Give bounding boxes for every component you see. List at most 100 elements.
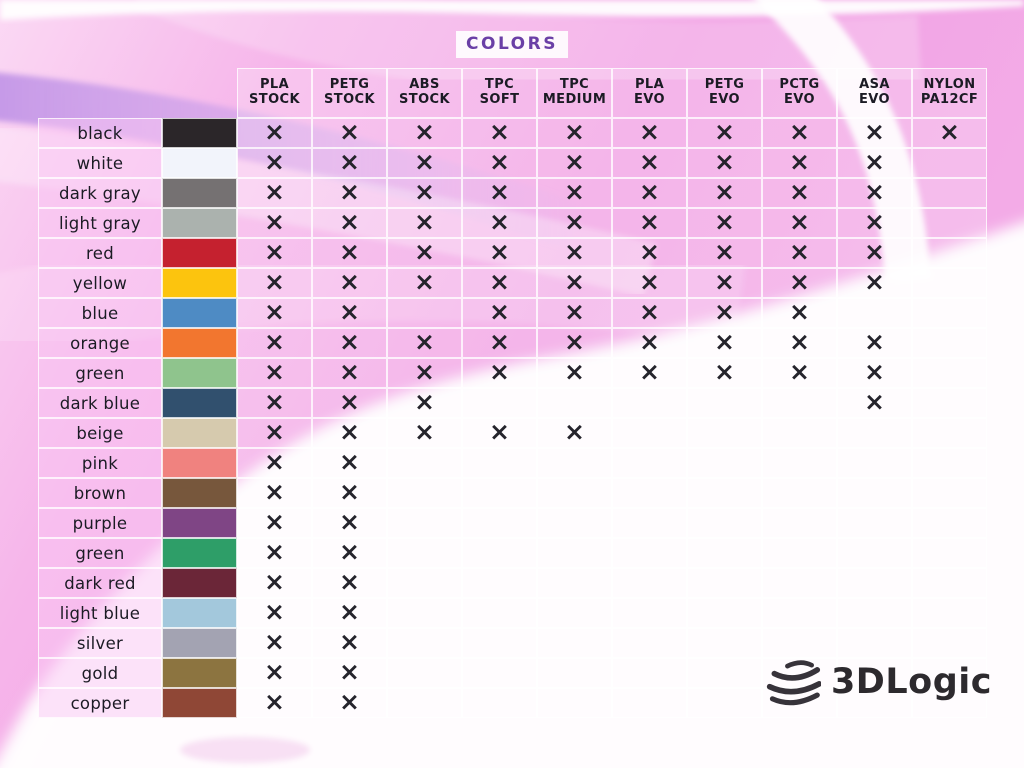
availability-cell: × xyxy=(312,358,387,388)
availability-cell: × xyxy=(612,178,687,208)
row-label-copper: copper xyxy=(38,688,162,718)
availability-cell: × xyxy=(237,148,312,178)
availability-cell: × xyxy=(762,118,837,148)
availability-cell xyxy=(912,508,987,538)
color-swatch-white xyxy=(162,148,237,178)
availability-cell xyxy=(912,298,987,328)
color-swatch-dark-blue xyxy=(162,388,237,418)
availability-cell xyxy=(912,268,987,298)
availability-cell: × xyxy=(612,148,687,178)
availability-cell: × xyxy=(312,628,387,658)
availability-cell xyxy=(687,418,762,448)
availability-cell: × xyxy=(237,178,312,208)
color-swatch-red xyxy=(162,238,237,268)
availability-cell xyxy=(912,148,987,178)
availability-cell: × xyxy=(837,238,912,268)
column-header-tpc-soft: TPC SOFT xyxy=(462,68,537,118)
availability-cell: × xyxy=(837,118,912,148)
availability-cell xyxy=(762,568,837,598)
availability-cell: × xyxy=(312,118,387,148)
availability-cell: × xyxy=(312,178,387,208)
availability-cell: × xyxy=(612,328,687,358)
availability-cell: × xyxy=(312,658,387,688)
availability-cell xyxy=(537,658,612,688)
row-label-orange: orange xyxy=(38,328,162,358)
availability-cell xyxy=(537,538,612,568)
row-label-dark-gray: dark gray xyxy=(38,178,162,208)
color-swatch-blue xyxy=(162,298,237,328)
availability-cell: × xyxy=(237,268,312,298)
availability-cell xyxy=(837,298,912,328)
availability-cell: × xyxy=(312,238,387,268)
availability-cell: × xyxy=(687,328,762,358)
availability-cell: × xyxy=(462,178,537,208)
availability-cell: × xyxy=(237,238,312,268)
availability-cell xyxy=(612,628,687,658)
color-swatch-yellow xyxy=(162,268,237,298)
availability-cell: × xyxy=(612,268,687,298)
availability-cell: × xyxy=(462,148,537,178)
availability-cell: × xyxy=(237,598,312,628)
availability-cell: × xyxy=(612,118,687,148)
column-header-abs-stock: ABS STOCK xyxy=(387,68,462,118)
availability-cell: × xyxy=(312,298,387,328)
availability-cell: × xyxy=(462,238,537,268)
availability-cell: × xyxy=(312,508,387,538)
availability-cell: × xyxy=(612,298,687,328)
availability-cell: × xyxy=(462,298,537,328)
availability-cell: × xyxy=(462,328,537,358)
availability-cell: × xyxy=(687,178,762,208)
availability-cell: × xyxy=(237,478,312,508)
availability-cell xyxy=(687,538,762,568)
availability-cell xyxy=(462,448,537,478)
color-swatch-light-blue xyxy=(162,598,237,628)
availability-cell xyxy=(462,388,537,418)
availability-cell: × xyxy=(237,628,312,658)
availability-cell: × xyxy=(387,388,462,418)
availability-cell xyxy=(687,658,762,688)
availability-cell xyxy=(837,508,912,538)
column-header-pla-evo: PLA EVO xyxy=(612,68,687,118)
availability-cell xyxy=(837,628,912,658)
availability-cell xyxy=(912,598,987,628)
availability-cell: × xyxy=(762,268,837,298)
availability-cell: × xyxy=(387,148,462,178)
availability-cell: × xyxy=(312,598,387,628)
availability-cell xyxy=(912,388,987,418)
availability-cell xyxy=(462,478,537,508)
availability-cell xyxy=(387,568,462,598)
availability-cell xyxy=(837,448,912,478)
availability-cell xyxy=(462,628,537,658)
availability-cell xyxy=(387,448,462,478)
availability-cell xyxy=(387,538,462,568)
availability-cell: × xyxy=(387,328,462,358)
availability-cell xyxy=(387,478,462,508)
availability-cell: × xyxy=(537,238,612,268)
availability-cell xyxy=(912,628,987,658)
table-corner-spacer xyxy=(38,68,237,118)
column-header-tpc-medium: TPC MEDIUM xyxy=(537,68,612,118)
availability-cell xyxy=(912,208,987,238)
row-label-green: green xyxy=(38,358,162,388)
availability-cell xyxy=(912,478,987,508)
availability-cell: × xyxy=(687,208,762,238)
availability-cell: × xyxy=(537,178,612,208)
availability-cell: × xyxy=(312,148,387,178)
availability-cell: × xyxy=(762,178,837,208)
row-label-yellow: yellow xyxy=(38,268,162,298)
color-swatch-gold xyxy=(162,658,237,688)
availability-cell: × xyxy=(612,238,687,268)
availability-cell xyxy=(687,598,762,628)
availability-cell: × xyxy=(537,298,612,328)
color-swatch-green xyxy=(162,358,237,388)
availability-cell xyxy=(387,598,462,628)
availability-cell xyxy=(537,598,612,628)
availability-cell xyxy=(687,568,762,598)
availability-cell: × xyxy=(312,568,387,598)
availability-cell xyxy=(912,418,987,448)
availability-cell xyxy=(612,658,687,688)
availability-cell xyxy=(612,418,687,448)
colors-availability-poster: COLORS PLA STOCKPETG STOCKABS STOCKTPC S… xyxy=(0,0,1024,768)
column-header-petg-evo: PETG EVO xyxy=(687,68,762,118)
availability-cell xyxy=(612,598,687,628)
